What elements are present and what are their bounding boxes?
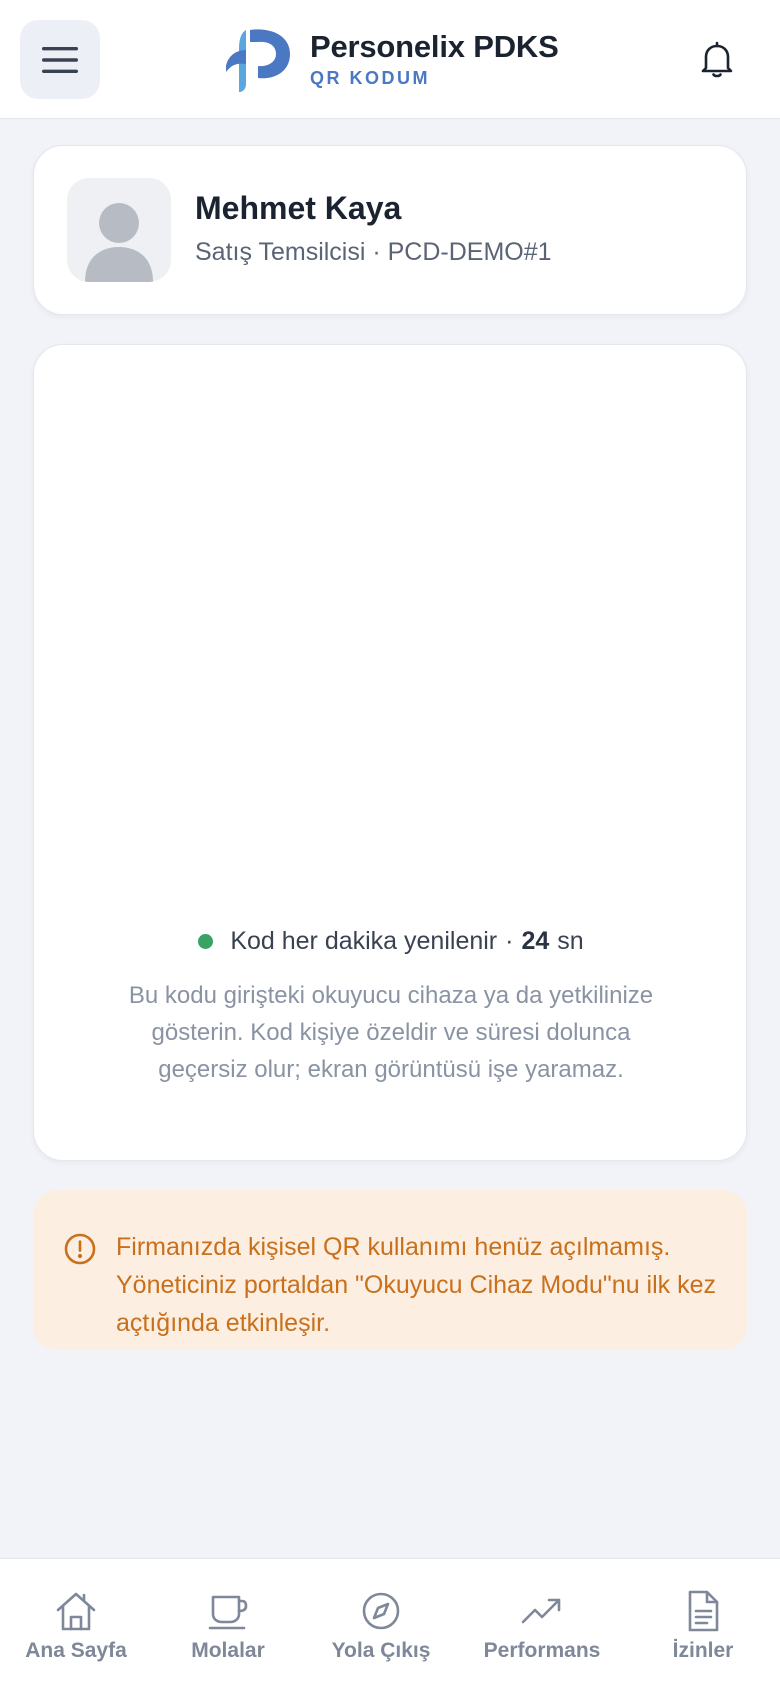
employee-role: Satış Temsilcisi · PCD-DEMO#1 <box>195 238 552 266</box>
brand: Personelix PDKS QR KODUM <box>224 26 559 94</box>
hamburger-menu-icon <box>42 46 78 73</box>
notifications-button[interactable] <box>688 30 746 90</box>
refresh-separator: · <box>505 926 514 955</box>
trending-up-icon <box>521 1598 561 1624</box>
avatar <box>67 178 171 282</box>
brand-logo <box>226 29 290 92</box>
page-subtitle: QR KODUM <box>310 68 430 88</box>
nav-label-yola-cikis: Yola Çıkış <box>331 1639 431 1662</box>
employee-name: Mehmet Kaya <box>195 190 402 226</box>
nav-item-izinler[interactable]: İzinler <box>625 1589 780 1663</box>
nav-label-molalar: Molalar <box>191 1639 265 1662</box>
live-status-dot <box>198 933 214 949</box>
qr-card: Kod her dakika yenilenir · 24 sn Bu kodu… <box>33 344 747 1161</box>
countdown-unit: sn <box>557 926 584 955</box>
nav-item-performans[interactable]: Performans <box>464 1589 620 1663</box>
coffee-cup-icon <box>208 1595 248 1630</box>
warning-banner: Firmanızda kişisel QR kullanımı henüz aç… <box>33 1190 747 1350</box>
document-icon <box>688 1590 719 1632</box>
countdown-seconds: 24 <box>521 926 550 955</box>
home-icon <box>56 1592 96 1631</box>
app-header: Personelix PDKS QR KODUM <box>0 0 780 119</box>
nav-item-yola-cikis[interactable]: Yola Çıkış <box>303 1589 459 1663</box>
profile-card: Mehmet Kaya Satış Temsilcisi · PCD-DEMO#… <box>33 145 747 315</box>
refresh-status: Kod her dakika yenilenir · 24 sn <box>34 921 748 961</box>
qr-hint-text: Bu kodu girişteki okuyucu cihaza ya da y… <box>128 982 654 1083</box>
nav-label-ana-sayfa: Ana Sayfa <box>25 1639 127 1662</box>
bottom-nav: Ana Sayfa Molalar Yola Çıkış Performans <box>0 1558 780 1688</box>
bell-icon <box>701 41 733 78</box>
refresh-text: Kod her dakika yenilenir <box>230 926 498 955</box>
warning-text: Firmanızda kişisel QR kullanımı henüz aç… <box>116 1233 716 1337</box>
nav-label-izinler: İzinler <box>672 1639 734 1662</box>
alert-circle-icon <box>64 1233 96 1265</box>
user-placeholder-icon <box>85 203 153 282</box>
nav-item-ana-sayfa[interactable]: Ana Sayfa <box>0 1589 154 1663</box>
nav-label-performans: Performans <box>483 1639 601 1662</box>
qr-code-area <box>74 365 708 915</box>
nav-item-molalar[interactable]: Molalar <box>150 1589 306 1663</box>
app-title: Personelix PDKS <box>310 29 559 64</box>
compass-icon <box>362 1592 400 1630</box>
menu-button[interactable] <box>20 20 100 99</box>
